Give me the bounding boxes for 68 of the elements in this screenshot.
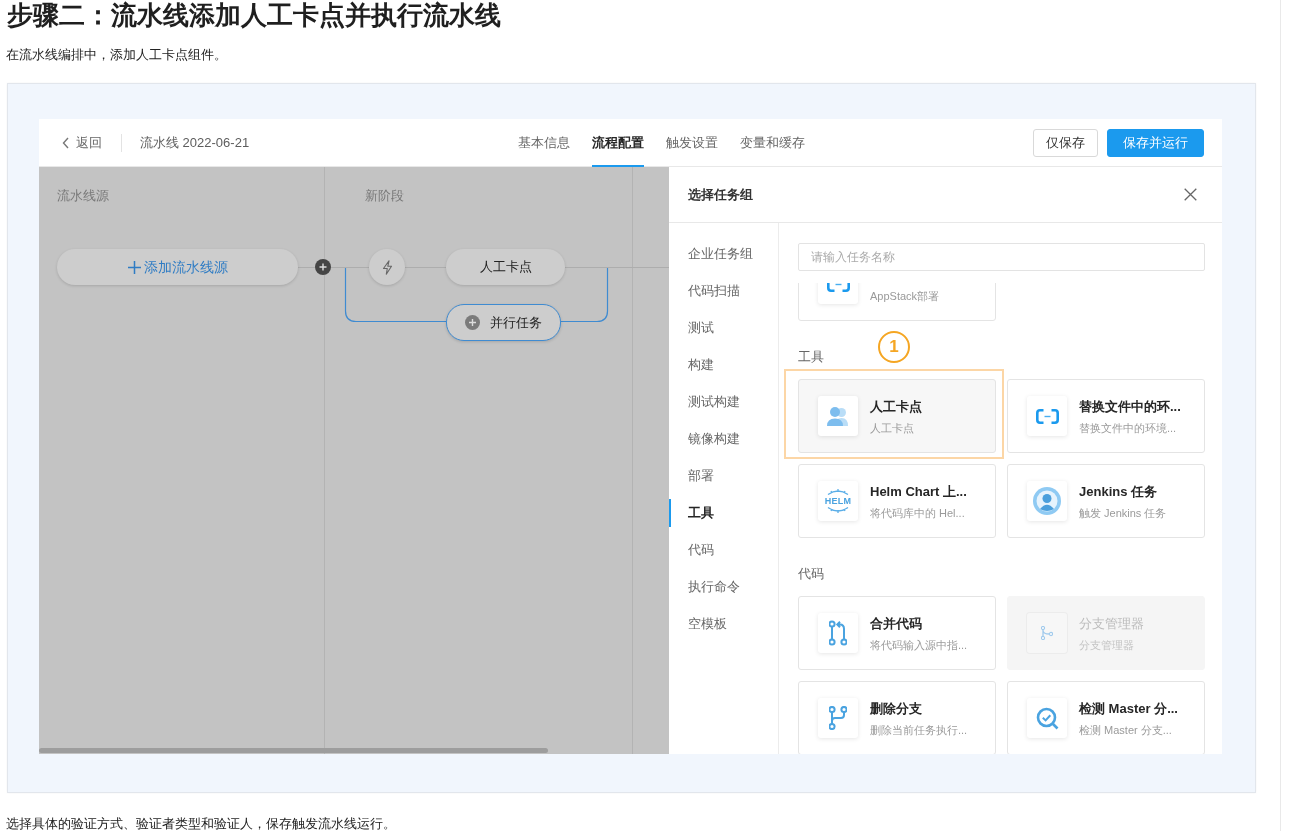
wheel-arc-icon xyxy=(826,489,850,495)
search-field[interactable]: 请输入任务名称 xyxy=(798,243,1205,271)
users-icon xyxy=(818,396,858,436)
card-title: 删除分支 xyxy=(870,699,923,718)
card-description: 替换文件中的环境... xyxy=(1079,420,1178,435)
branch-icon xyxy=(1027,613,1067,653)
plus-icon xyxy=(127,260,141,274)
magnifier-check-icon xyxy=(1027,698,1067,738)
category-item[interactable]: 测试构建 xyxy=(669,383,778,420)
category-item[interactable]: 构建 xyxy=(669,346,778,383)
stage-title: 新阶段 xyxy=(365,187,404,205)
card-title: 人工卡点 xyxy=(870,397,922,416)
wheel-arc-icon xyxy=(826,507,850,513)
card-description: AppStack部署 xyxy=(870,288,940,303)
back-link[interactable]: 返回 xyxy=(62,132,102,153)
card-description: 删除当前任务执行... xyxy=(870,722,968,737)
tab[interactable]: 变量和缓存 xyxy=(740,118,805,167)
plus-circle-icon[interactable] xyxy=(315,259,331,275)
category-item[interactable]: 空模板 xyxy=(669,605,778,642)
page-heading: 步骤二：流水线添加人工卡点并执行流水线 xyxy=(7,0,502,30)
card-title: 合并代码 xyxy=(870,614,923,633)
category-item[interactable]: 代码 xyxy=(669,531,778,568)
card-description: 触发 Jenkins 任务 xyxy=(1079,505,1167,520)
avatar-icon xyxy=(1027,481,1067,521)
category-item[interactable]: 企业任务组 xyxy=(669,235,778,272)
task-card[interactable]: 删除分支 删除当前任务执行... xyxy=(798,681,996,754)
task-card[interactable]: Jenkins 任务 触发 Jenkins 任务 xyxy=(1007,464,1205,538)
card-title: 检测 Master 分... xyxy=(1079,699,1178,718)
card-title: Helm Chart 上... xyxy=(870,482,967,501)
intro-text: 在流水线编排中，添加人工卡点组件。 xyxy=(6,46,228,64)
category-item[interactable]: 测试 xyxy=(669,309,778,346)
category-item[interactable]: 镜像构建 xyxy=(669,420,778,457)
parallel-task-button[interactable]: 并行任务 xyxy=(446,304,561,341)
card-description: 将代码库中的 Hel... xyxy=(870,505,966,520)
bracket-icon xyxy=(1027,396,1067,436)
category-item[interactable]: 工具 xyxy=(669,494,778,531)
task-card[interactable]: HELM Helm Chart 上... 将代码库中的 Hel... xyxy=(798,464,996,538)
chevron-left-icon xyxy=(62,136,69,149)
close-icon[interactable] xyxy=(1184,188,1197,201)
category-item[interactable]: 代码扫描 xyxy=(669,272,778,309)
card-description: 检测 Master 分支... xyxy=(1079,722,1173,737)
tab[interactable]: 基本信息 xyxy=(518,118,570,167)
step-number: 1 xyxy=(878,331,910,363)
logo-text: HELM xyxy=(824,496,852,506)
card-description: 人工卡点 xyxy=(870,420,915,435)
card-title: Jenkins 任务 xyxy=(1079,482,1159,501)
save-button[interactable]: 仅保存 xyxy=(1033,128,1098,157)
task-card[interactable]: 人工卡点 人工卡点 xyxy=(798,379,996,453)
category-item[interactable]: 部署 xyxy=(669,457,778,494)
stage-title: 流水线源 xyxy=(57,187,109,205)
branch-icon xyxy=(818,698,858,738)
drawer-title: 选择任务组 xyxy=(688,185,753,204)
merge-icon xyxy=(818,613,858,653)
task-node[interactable]: 人工卡点 xyxy=(446,249,565,285)
outro-text: 选择具体的验证方式、验证者类型和验证人，保存触发流水线运行。 xyxy=(6,817,397,831)
card-title: 替换文件中的环... xyxy=(1079,397,1181,416)
branch-line xyxy=(560,267,609,323)
task-card[interactable]: 合并代码 将代码输入源中指... xyxy=(798,596,996,670)
add-icon xyxy=(465,315,480,330)
pipeline-title: 流水线 2022-06-21 xyxy=(140,133,250,152)
task-card[interactable]: 检测 Master 分... 检测 Master 分支... xyxy=(1007,681,1205,754)
section-title: 代码 xyxy=(798,567,824,581)
horizontal-scrollbar[interactable] xyxy=(39,748,548,753)
section-title: 工具 xyxy=(798,350,824,364)
tab[interactable]: 触发设置 xyxy=(666,118,718,167)
task-card[interactable]: 替换文件中的环... 替换文件中的环境... xyxy=(1007,379,1205,453)
card-description: 将代码输入源中指... xyxy=(870,637,968,652)
category-item[interactable]: 执行命令 xyxy=(669,568,778,605)
